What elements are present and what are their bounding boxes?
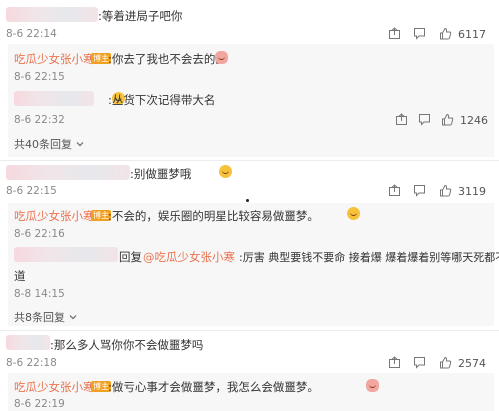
reply-author[interactable]: 吃瓜少女张小寒 <box>14 208 95 224</box>
comment-time: 8-6 22:15 <box>6 185 57 197</box>
reply-mention[interactable]: @吃瓜少女张小寒 <box>143 249 235 265</box>
reply-time: 8-6 22:32 <box>14 114 65 126</box>
cursor-dot <box>246 199 249 202</box>
reply-text: :厉害 典型要钱不要命 接着爆 爆着爆着别等哪天死都不知 <box>239 251 499 264</box>
blurred-username <box>6 335 50 350</box>
chevron-down-icon <box>69 315 76 320</box>
divider <box>0 330 499 331</box>
reply-text-continued: 道 <box>14 269 26 283</box>
more-replies-link[interactable]: 共8条回复 <box>14 309 77 325</box>
share-icon[interactable] <box>388 27 401 43</box>
like-icon[interactable] <box>439 184 452 200</box>
comment-text: :等着进局子吧你 <box>98 9 183 23</box>
reply-time: 8-6 22:16 <box>14 228 65 240</box>
reply-time: 8-6 22:19 <box>14 398 65 410</box>
reply-author[interactable]: 吃瓜少女张小寒 <box>14 379 95 395</box>
like-icon[interactable] <box>439 356 452 372</box>
blurred-username <box>6 7 98 22</box>
comment-icon[interactable] <box>413 27 426 43</box>
reply-time: 8-6 22:15 <box>14 71 65 83</box>
blurred-username <box>6 165 130 180</box>
comment-icon[interactable] <box>413 184 426 200</box>
blurred-username <box>14 91 94 106</box>
comment-text: :那么多人骂你你不会做噩梦吗 <box>50 338 204 352</box>
reply-text: :你去了我也不会去的。 <box>108 52 227 66</box>
comment-text: :别做噩梦哦 <box>130 167 192 181</box>
like-count: 3119 <box>458 185 486 198</box>
reply-text: :不会的，娱乐圈的明星比较容易做噩梦。 <box>108 209 319 223</box>
like-icon[interactable] <box>439 27 452 43</box>
comment-time: 8-6 22:18 <box>6 357 57 369</box>
reply-prefix: 回复 <box>119 250 142 264</box>
like-count: 6117 <box>458 28 486 41</box>
more-replies-link[interactable]: 共40条回复 <box>14 136 84 152</box>
divider <box>0 160 499 161</box>
comment-time: 8-6 22:14 <box>6 28 57 40</box>
chevron-down-icon <box>76 142 83 147</box>
comment-icon[interactable] <box>418 113 431 129</box>
blurred-username <box>14 247 118 262</box>
emoji-icon <box>346 207 360 220</box>
pig-emoji-icon <box>215 51 228 64</box>
reply-text: :丛货下次记得带大名 <box>108 93 216 107</box>
share-icon[interactable] <box>395 113 408 129</box>
share-icon[interactable] <box>388 184 401 200</box>
pig-emoji-icon <box>365 379 379 392</box>
like-count: 2574 <box>458 357 486 370</box>
like-icon[interactable] <box>441 113 454 129</box>
comment-icon[interactable] <box>413 356 426 372</box>
reply-time: 8-8 14:15 <box>14 288 65 300</box>
share-icon[interactable] <box>388 356 401 372</box>
emoji-icon <box>219 165 233 178</box>
reply-author[interactable]: 吃瓜少女张小寒 <box>14 51 95 67</box>
like-count: 1246 <box>460 114 488 127</box>
reply-text: :做亏心事才会做噩梦，我怎么会做噩梦。 <box>108 380 319 394</box>
